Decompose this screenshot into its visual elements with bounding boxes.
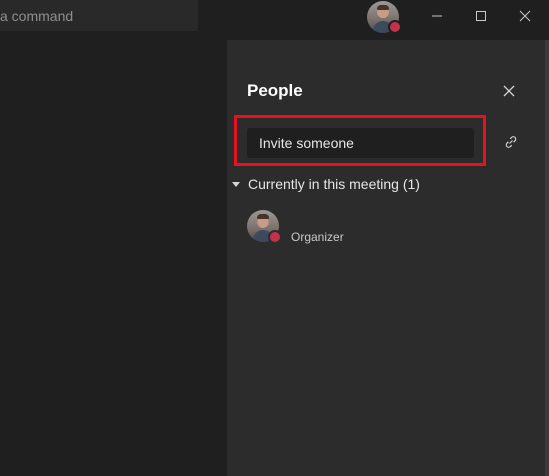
minimize-icon bbox=[432, 15, 442, 17]
panel-scroll-edge bbox=[545, 40, 549, 476]
teams-meeting-window: a command People Invite someone Currentl… bbox=[0, 0, 549, 476]
avatar-hair bbox=[257, 214, 269, 219]
meeting-stage bbox=[0, 40, 227, 476]
chevron-down-icon bbox=[232, 181, 240, 187]
user-presence-busy-icon bbox=[388, 20, 402, 34]
maximize-icon bbox=[476, 11, 486, 21]
in-meeting-section-toggle[interactable]: Currently in this meeting (1) bbox=[232, 176, 420, 192]
command-placeholder: a command bbox=[0, 8, 74, 24]
in-meeting-section-label: Currently in this meeting (1) bbox=[248, 176, 420, 192]
participant-presence-busy-icon bbox=[268, 230, 282, 244]
participant-row[interactable]: Organizer bbox=[247, 210, 507, 250]
panel-title: People bbox=[247, 81, 303, 100]
invite-someone-input[interactable] bbox=[247, 128, 474, 158]
people-panel: People Currently in this meeting (1) bbox=[227, 40, 549, 476]
command-search-box[interactable]: a command bbox=[0, 0, 198, 31]
link-icon bbox=[505, 136, 517, 148]
close-icon bbox=[519, 10, 531, 22]
share-invite-link-button[interactable] bbox=[502, 133, 520, 151]
close-window-button[interactable] bbox=[503, 0, 547, 32]
participant-role: Organizer bbox=[291, 230, 344, 244]
close-panel-button[interactable] bbox=[498, 80, 520, 102]
avatar-hair bbox=[377, 5, 389, 10]
title-bar: a command bbox=[0, 0, 549, 40]
minimize-button[interactable] bbox=[415, 0, 459, 32]
maximize-button[interactable] bbox=[459, 0, 503, 32]
close-icon bbox=[503, 85, 515, 97]
